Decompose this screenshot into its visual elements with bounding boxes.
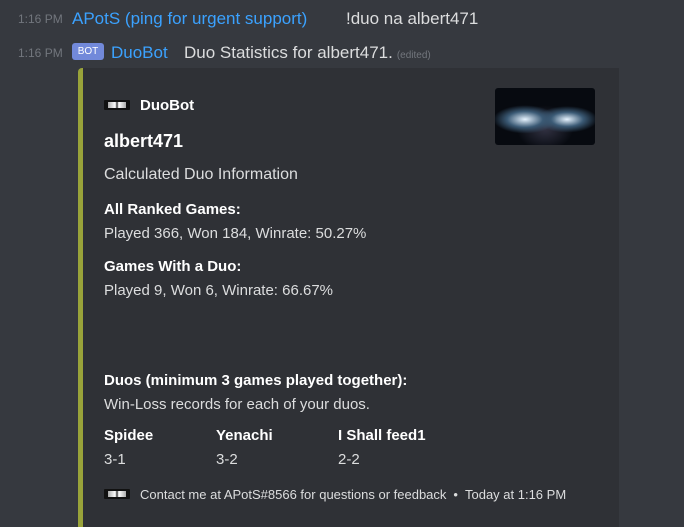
duo-record: 2-2 [338, 451, 360, 468]
footer-timestamp: Today at 1:16 PM [464, 486, 567, 502]
field-value-games-with-duo: Played 9, Won 6, Winrate: 66.67% [104, 282, 334, 299]
message-timestamp: 1:16 PM [18, 46, 63, 60]
duo-name: Yenachi [216, 427, 273, 444]
duobot-logo-icon [104, 489, 130, 499]
message-text-body: Duo Statistics for albert471. [184, 43, 393, 62]
duo-entry: Yenachi 3-2 [216, 427, 273, 468]
message-text: !duo na albert471 [346, 9, 479, 28]
message-timestamp: 1:16 PM [18, 12, 63, 26]
field-name-all-ranked: All Ranked Games: [104, 201, 241, 218]
message-2: 1:16 PM BOT DuoBot Duo Statistics for al… [0, 42, 684, 66]
field-name-duos: Duos (minimum 3 games played together): [104, 372, 408, 389]
message-text: Duo Statistics for albert471. (edited) [184, 42, 431, 67]
field-name-games-with-duo: Games With a Duo: [104, 258, 242, 275]
footer-text: Contact me at APotS#8566 for questions o… [140, 486, 447, 502]
embed-author-name: DuoBot [140, 96, 195, 114]
duo-entry: Spidee 3-1 [104, 427, 153, 468]
field-value-all-ranked: Played 366, Won 184, Winrate: 50.27% [104, 225, 367, 242]
embed-description: Calculated Duo Information [104, 166, 298, 183]
embed-title: albert471 [104, 131, 184, 151]
duo-record: 3-2 [216, 451, 238, 468]
field-value-duos: Win-Loss records for each of your duos. [104, 396, 370, 413]
bot-tag-badge: BOT [72, 43, 104, 60]
duo-record: 3-1 [104, 451, 126, 468]
message-author[interactable]: DuoBot [111, 42, 168, 64]
duo-name: I Shall feed1 [338, 427, 426, 444]
embed-thumbnail[interactable] [495, 88, 595, 145]
duo-entry: I Shall feed1 2-2 [338, 427, 426, 468]
edited-label: (edited) [396, 50, 431, 61]
duo-name: Spidee [104, 427, 154, 444]
bot-embed: DuoBot albert471 Calculated Duo Informat… [78, 68, 619, 527]
message-1: 1:16 PM APotS (ping for urgent support) … [0, 8, 684, 32]
embed-footer: Contact me at APotS#8566 for questions o… [104, 485, 566, 503]
duobot-logo-icon [104, 100, 130, 110]
embed-author: DuoBot [104, 95, 194, 115]
message-author[interactable]: APotS (ping for urgent support) [72, 8, 307, 30]
footer-separator: • [453, 486, 458, 502]
